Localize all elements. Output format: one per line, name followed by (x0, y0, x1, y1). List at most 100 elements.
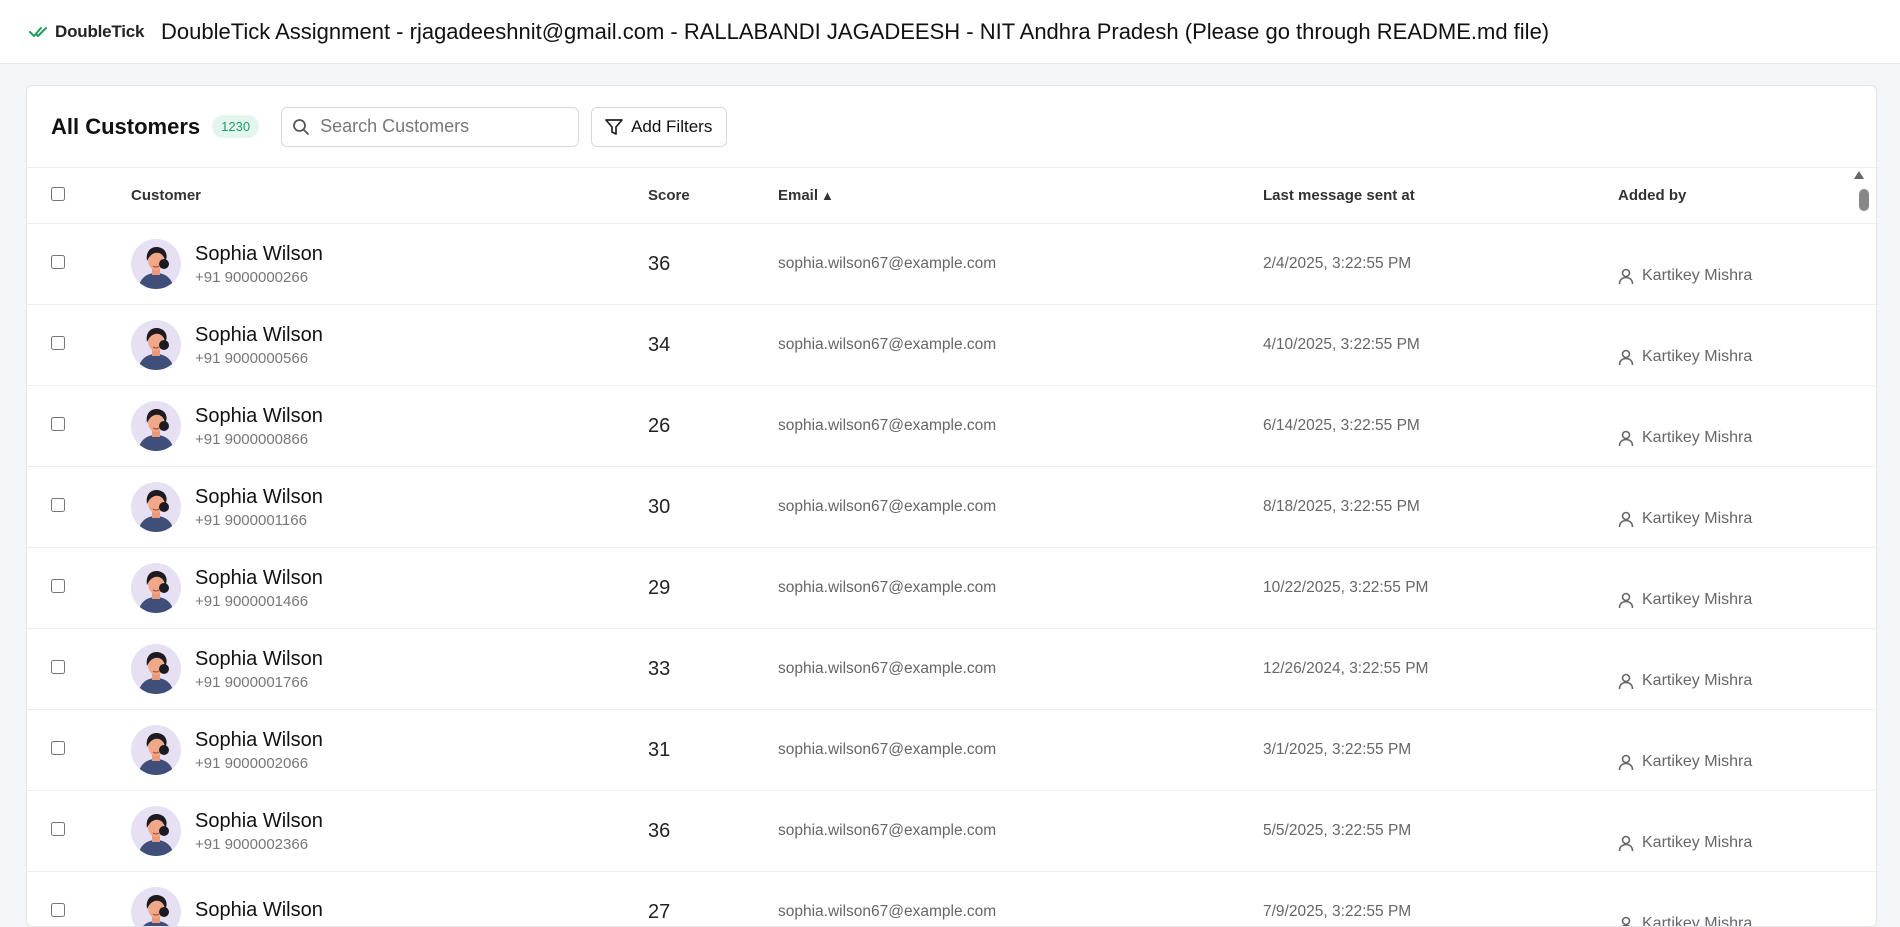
row-checkbox[interactable] (51, 579, 65, 593)
row-checkbox[interactable] (51, 336, 65, 350)
score-cell: 30 (648, 496, 778, 519)
row-checkbox[interactable] (51, 660, 65, 674)
page-title: DoubleTick Assignment - rjagadeeshnit@gm… (161, 19, 1549, 45)
email-cell: sophia.wilson67@example.com (778, 417, 1263, 435)
score-value: 33 (648, 658, 670, 680)
row-checkbox[interactable] (51, 903, 65, 917)
last-message-value: 8/18/2025, 3:22:55 PM (1263, 498, 1420, 515)
customer-phone: +91 9000002066 (195, 755, 323, 772)
row-checkbox[interactable] (51, 498, 65, 512)
row-select-cell (27, 822, 131, 841)
customer-cell: Sophia Wilson +91 9000002366 (131, 806, 648, 856)
added-by: Kartikey Mishra (1618, 672, 1876, 690)
user-icon (1618, 754, 1634, 771)
avatar (131, 644, 181, 694)
row-select-cell (27, 498, 131, 517)
table-row[interactable]: Sophia Wilson +91 9000002366 36 sophia.w… (27, 791, 1876, 872)
user-icon (1618, 592, 1634, 609)
scroll-up-arrow[interactable] (1854, 171, 1864, 179)
customer-count-badge: 1230 (212, 115, 259, 138)
row-checkbox[interactable] (51, 417, 65, 431)
section-title: All Customers (51, 114, 200, 140)
avatar (131, 563, 181, 613)
added-by: Kartikey Mishra (1618, 915, 1876, 927)
customer-phone: +91 9000001166 (195, 512, 323, 529)
customer-info: Sophia Wilson +91 9000002366 (195, 810, 323, 853)
row-select-cell (27, 255, 131, 274)
row-select-cell (27, 660, 131, 679)
table-header-row: Customer Score Email▲ Last message sent … (27, 168, 1876, 224)
search-icon (292, 118, 310, 136)
customer-name: Sophia Wilson (195, 567, 323, 590)
customer-info: Sophia Wilson +91 9000001466 (195, 567, 323, 610)
email-value: sophia.wilson67@example.com (778, 255, 996, 272)
avatar (131, 482, 181, 532)
table-row[interactable]: Sophia Wilson +91 9000001766 33 sophia.w… (27, 629, 1876, 710)
email-value: sophia.wilson67@example.com (778, 579, 996, 596)
row-select-cell (27, 741, 131, 760)
table-row[interactable]: Sophia Wilson +91 9000002066 31 sophia.w… (27, 710, 1876, 791)
email-value: sophia.wilson67@example.com (778, 822, 996, 839)
table-row[interactable]: Sophia Wilson 27 sophia.wilson67@example… (27, 872, 1876, 927)
last-message-cell: 8/18/2025, 3:22:55 PM (1263, 498, 1618, 516)
search-input[interactable] (318, 115, 562, 138)
search-box[interactable] (281, 107, 579, 147)
brand-logo: DoubleTick (29, 22, 149, 42)
row-checkbox[interactable] (51, 255, 65, 269)
user-icon (1618, 916, 1634, 927)
customer-phone: +91 9000000266 (195, 269, 323, 286)
row-checkbox[interactable] (51, 822, 65, 836)
customer-cell: Sophia Wilson +91 9000000266 (131, 239, 648, 289)
score-value: 29 (648, 577, 670, 599)
last-message-value: 7/9/2025, 3:22:55 PM (1263, 903, 1411, 920)
avatar (131, 725, 181, 775)
score-cell: 36 (648, 820, 778, 843)
table-row[interactable]: Sophia Wilson +91 9000001166 30 sophia.w… (27, 467, 1876, 548)
score-cell: 26 (648, 415, 778, 438)
column-header-added-by[interactable]: Added by (1618, 187, 1876, 204)
added-by: Kartikey Mishra (1618, 753, 1876, 771)
column-header-customer[interactable]: Customer (131, 187, 648, 204)
brand-name: DoubleTick (55, 22, 144, 42)
added-by-name: Kartikey Mishra (1642, 267, 1752, 285)
added-by-cell: Kartikey Mishra (1618, 648, 1876, 690)
avatar (131, 401, 181, 451)
customer-phone: +91 9000001766 (195, 674, 323, 691)
column-header-score[interactable]: Score (648, 187, 778, 204)
double-check-icon (29, 25, 51, 39)
column-header-last-message[interactable]: Last message sent at (1263, 187, 1618, 204)
table-body: Sophia Wilson +91 9000000266 36 sophia.w… (27, 224, 1876, 927)
user-icon (1618, 511, 1634, 528)
added-by-name: Kartikey Mishra (1642, 753, 1752, 771)
added-by-cell: Kartikey Mishra (1618, 405, 1876, 447)
customer-info: Sophia Wilson +91 9000002066 (195, 729, 323, 772)
email-cell: sophia.wilson67@example.com (778, 255, 1263, 273)
email-cell: sophia.wilson67@example.com (778, 336, 1263, 354)
scrollbar-thumb[interactable] (1859, 189, 1869, 211)
customers-toolbar: All Customers 1230 Add Filters (27, 86, 1876, 168)
table-row[interactable]: Sophia Wilson +91 9000000566 34 sophia.w… (27, 305, 1876, 386)
table-row[interactable]: Sophia Wilson +91 9000000866 26 sophia.w… (27, 386, 1876, 467)
last-message-cell: 12/26/2024, 3:22:55 PM (1263, 660, 1618, 678)
column-header-email[interactable]: Email▲ (778, 187, 1263, 204)
last-message-value: 12/26/2024, 3:22:55 PM (1263, 660, 1428, 677)
added-by-cell: Kartikey Mishra (1618, 567, 1876, 609)
customer-info: Sophia Wilson (195, 899, 323, 925)
table-row[interactable]: Sophia Wilson +91 9000000266 36 sophia.w… (27, 224, 1876, 305)
score-cell: 27 (648, 901, 778, 924)
added-by: Kartikey Mishra (1618, 348, 1876, 366)
add-filters-button[interactable]: Add Filters (591, 107, 727, 147)
row-select-cell (27, 417, 131, 436)
email-value: sophia.wilson67@example.com (778, 660, 996, 677)
select-all-checkbox[interactable] (51, 187, 65, 201)
email-cell: sophia.wilson67@example.com (778, 579, 1263, 597)
customers-table: Customer Score Email▲ Last message sent … (27, 168, 1876, 927)
added-by-name: Kartikey Mishra (1642, 348, 1752, 366)
score-value: 34 (648, 334, 670, 356)
row-checkbox[interactable] (51, 741, 65, 755)
add-filters-label: Add Filters (631, 117, 712, 137)
table-row[interactable]: Sophia Wilson +91 9000001466 29 sophia.w… (27, 548, 1876, 629)
customer-info: Sophia Wilson +91 9000001166 (195, 486, 323, 529)
added-by-cell: Kartikey Mishra (1618, 486, 1876, 528)
user-icon (1618, 673, 1634, 690)
